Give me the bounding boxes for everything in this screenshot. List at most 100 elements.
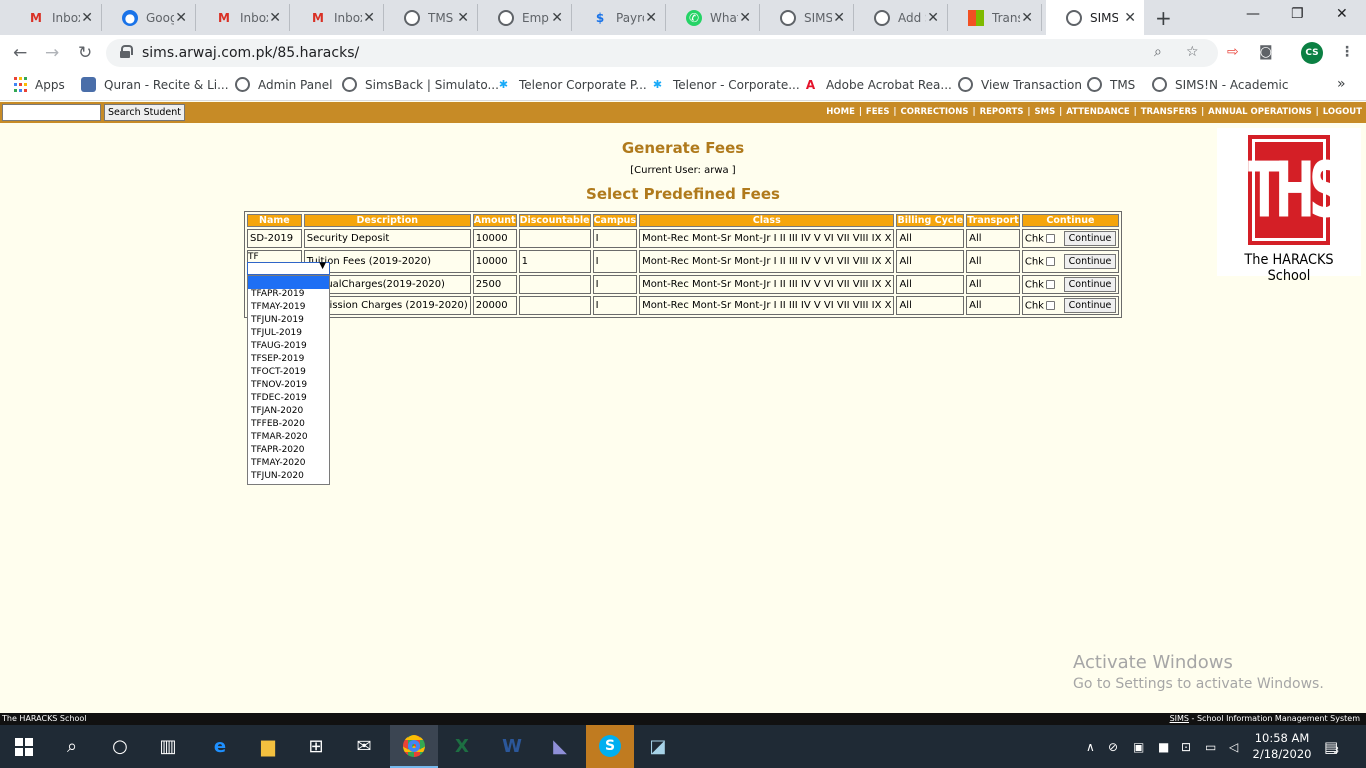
dropdown-option[interactable]: TFNOV-2019 (248, 379, 329, 392)
close-icon[interactable]: ✕ (175, 10, 187, 26)
close-icon[interactable]: ✕ (269, 10, 281, 26)
close-icon[interactable]: ✕ (739, 10, 751, 26)
menu-kebab-icon[interactable]: ⋮ (1340, 44, 1354, 60)
excel-icon[interactable]: X (438, 725, 486, 768)
select-checkbox[interactable] (1045, 280, 1055, 289)
dropdown-option[interactable]: TFMAY-2019 (248, 301, 329, 314)
dropdown-option[interactable]: TFSEP-2019 (248, 353, 329, 366)
notifications-icon[interactable]: ▤ 3 (1324, 725, 1339, 768)
window-close-icon[interactable]: ✕ (1336, 6, 1348, 22)
tab-google[interactable]: ● Google ✕ (102, 4, 196, 31)
tab-inbox-2[interactable]: M Inbox ✕ (196, 4, 290, 31)
nav-logout[interactable]: LOGOUT (1323, 107, 1362, 117)
tab-sims-active[interactable]: SIMS ✕ (1046, 0, 1144, 35)
reload-icon[interactable]: ↻ (78, 43, 92, 63)
nav-annual-operations[interactable]: ANNUAL OPERATIONS (1208, 107, 1312, 117)
continue-button[interactable]: Continue (1063, 298, 1116, 313)
taskbar-clock[interactable]: 10:58 AM 2/18/2020 (1252, 730, 1312, 762)
tab-employee[interactable]: Employee ✕ (478, 4, 572, 31)
minimize-icon[interactable]: — (1246, 6, 1260, 22)
address-bar[interactable]: sims.arwaj.com.pk/85.haracks/ ⌕ ☆ (106, 39, 1218, 67)
bookmark-adobe[interactable]: A Adobe Acrobat Rea... (803, 77, 952, 92)
bookmark-telenor-1[interactable]: ✱ Telenor Corporate P... (496, 77, 647, 92)
tab-inbox-1[interactable]: M Inbox ✕ (8, 4, 102, 31)
edge-icon[interactable]: e (196, 725, 244, 768)
word-icon[interactable]: W (488, 725, 536, 768)
extension-icon[interactable]: ⇨ (1227, 44, 1239, 60)
app-notes-icon[interactable]: ◪ (634, 725, 682, 768)
tf-month-select[interactable]: ▼ (247, 261, 330, 275)
store-icon[interactable]: ⊞ (292, 725, 340, 768)
close-icon[interactable]: ✕ (1021, 10, 1033, 26)
nav-home[interactable]: HOME (826, 107, 855, 117)
tab-inbox-3[interactable]: M Inbox ✕ (290, 4, 384, 31)
close-icon[interactable]: ✕ (457, 10, 469, 26)
bookmark-quran[interactable]: Quran - Recite & Li... (81, 77, 229, 92)
tab-tms[interactable]: TMS ✕ (384, 4, 478, 31)
continue-button[interactable]: Continue (1063, 254, 1116, 269)
dropdown-option[interactable]: TFFEB-2020 (248, 418, 329, 431)
forward-arrow-icon[interactable]: → (45, 43, 59, 63)
tab-add-student[interactable]: Add S ✕ (854, 4, 948, 31)
zoom-icon[interactable]: ⌕ (1154, 44, 1162, 60)
continue-button[interactable]: Continue (1063, 231, 1116, 246)
dropdown-option[interactable]: TFAPR-2020 (248, 444, 329, 457)
bookmark-star-icon[interactable]: ☆ (1186, 44, 1199, 60)
bookmark-tms[interactable]: TMS (1087, 77, 1135, 92)
chrome-icon[interactable] (390, 725, 438, 768)
close-icon[interactable]: ✕ (927, 10, 939, 26)
tray-volume-icon[interactable]: ◁ (1229, 725, 1238, 768)
more-bookmarks-icon[interactable]: » (1337, 76, 1346, 92)
footer-sims-link[interactable]: SIMS (1170, 714, 1189, 723)
bookmark-apps[interactable]: Apps (14, 77, 65, 92)
start-button[interactable] (0, 725, 48, 768)
nav-reports[interactable]: REPORTS (980, 107, 1024, 117)
dropdown-option[interactable]: TFAPR-2019 (248, 288, 329, 301)
close-icon[interactable]: ✕ (81, 10, 93, 26)
select-checkbox[interactable] (1045, 234, 1055, 243)
back-arrow-icon[interactable]: ← (13, 43, 27, 63)
select-checkbox[interactable] (1045, 257, 1055, 266)
close-icon[interactable]: ✕ (363, 10, 375, 26)
dropdown-option[interactable]: TFMAR-2020 (248, 431, 329, 444)
bookmark-telenor-2[interactable]: ✱ Telenor - Corporate... (650, 77, 800, 92)
select-checkbox[interactable] (1045, 301, 1055, 310)
profile-avatar[interactable]: CS (1301, 42, 1323, 64)
tab-sims-1[interactable]: SIMS ✕ (760, 4, 854, 31)
tab-payroll[interactable]: $ Payroll ✕ (572, 4, 666, 31)
dropdown-option[interactable]: TFDEC-2019 (248, 392, 329, 405)
camera-icon[interactable]: ◙ (1259, 44, 1273, 60)
dropdown-option[interactable]: TFJUN-2019 (248, 314, 329, 327)
dropdown-option[interactable]: TFMAY-2020 (248, 457, 329, 470)
nav-fees[interactable]: FEES (866, 107, 890, 117)
close-icon[interactable]: ✕ (551, 10, 563, 26)
tray-app-icon[interactable]: ▣ (1133, 725, 1144, 768)
cortana-icon[interactable]: ○ (96, 725, 144, 768)
new-tab-plus-icon[interactable]: + (1155, 6, 1172, 30)
tab-transport[interactable]: Transp ✕ (948, 4, 1042, 31)
tray-display-icon[interactable]: ■ (1158, 725, 1169, 768)
nav-sms[interactable]: SMS (1034, 107, 1055, 117)
skype-icon[interactable]: S (586, 725, 634, 768)
dropdown-option[interactable]: TFJUN-2020 (248, 470, 329, 483)
close-icon[interactable]: ✕ (1124, 10, 1136, 26)
nav-transfers[interactable]: TRANSFERS (1141, 107, 1197, 117)
bookmark-admin-panel[interactable]: Admin Panel (235, 77, 332, 92)
continue-button[interactable]: Continue (1063, 277, 1116, 292)
bookmark-view-transaction[interactable]: View Transaction (958, 77, 1082, 92)
app-dolphin-icon[interactable]: ◣ (536, 725, 584, 768)
dropdown-option[interactable]: TFAUG-2019 (248, 340, 329, 353)
search-icon[interactable]: ⌕ (48, 725, 96, 768)
mail-icon[interactable]: ✉ (340, 725, 388, 768)
student-search-input[interactable] (2, 104, 101, 121)
restore-icon[interactable]: ❐ (1291, 6, 1304, 22)
tray-network-off-icon[interactable]: ⊘ (1108, 725, 1118, 768)
search-student-button[interactable]: Search Student (104, 104, 185, 121)
tab-whatsapp[interactable]: ✆ WhatsApp ✕ (666, 4, 760, 31)
nav-attendance[interactable]: ATTENDANCE (1066, 107, 1129, 117)
file-explorer-icon[interactable]: ▆ (244, 725, 292, 768)
task-view-icon[interactable]: ▥ (144, 725, 192, 768)
tray-chevron-icon[interactable]: ∧ (1086, 725, 1095, 768)
close-icon[interactable]: ✕ (645, 10, 657, 26)
bookmark-simsback[interactable]: SimsBack | Simulato... (342, 77, 499, 92)
